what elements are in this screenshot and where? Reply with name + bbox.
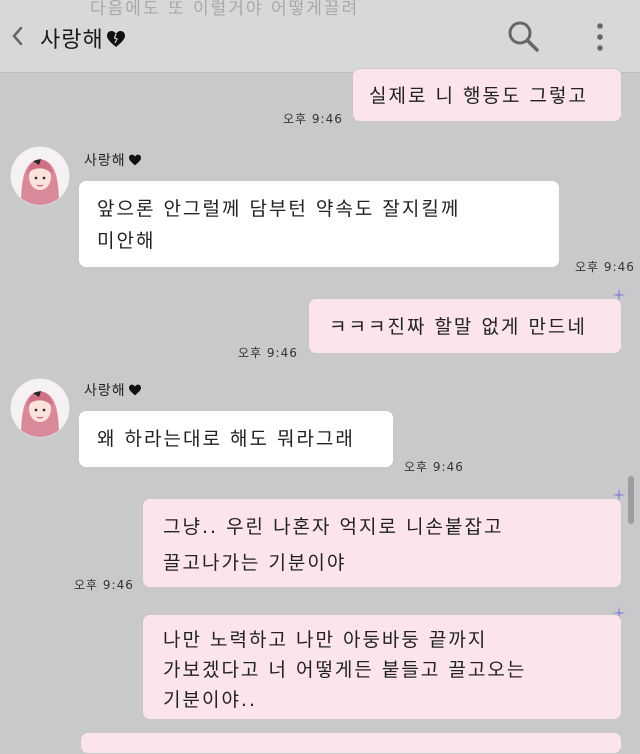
message-text: 실제로 니 행동도 그렇고 [369, 85, 588, 107]
message-text: 미안해 [97, 230, 156, 252]
my-message-bubble[interactable]: 나만 노력하고 나만 아둥바둥 끝까지 가보겠다고 너 어떻게든 붙들고 끌고오… [142, 614, 622, 720]
search-icon[interactable] [505, 18, 541, 54]
chat-title: 사랑해 [40, 22, 126, 54]
avatar[interactable] [10, 378, 70, 438]
chevron-left-icon[interactable] [8, 22, 28, 50]
black-heart-icon [106, 29, 126, 47]
message-text: 왜 하라는대로 해도 뭐라그래 [97, 428, 355, 450]
black-heart-icon [128, 384, 142, 396]
my-message-bubble[interactable]: 그냥.. 우린 나혼자 억지로 니손붙잡고 끌고나가는 기분이야 [142, 498, 622, 588]
scrollbar[interactable] [628, 476, 634, 524]
message-timestamp: 오후 9:46 [238, 346, 298, 360]
message-text: 나만 노력하고 나만 아둥바둥 끝까지 [163, 629, 488, 651]
sender-name: 사랑해 [84, 380, 142, 400]
message-text: 기분이야.. [163, 689, 257, 711]
sender-name-text: 사랑해 [84, 383, 126, 399]
next-message-bubble-peek [80, 732, 622, 754]
message-text: 앞으론 안그럴께 담부턴 약속도 잘지킬께 [97, 198, 461, 220]
my-message-bubble[interactable]: ㅋㅋㅋ진짜 할말 없게 만드네 [308, 298, 622, 354]
header-ghost-text: 다음에도 또 이럴거야 어떻게끌려 [90, 0, 360, 19]
black-heart-icon [128, 154, 142, 166]
message-timestamp: 오후 9:46 [283, 112, 343, 126]
their-message-bubble[interactable]: 왜 하라는대로 해도 뭐라그래 [78, 410, 394, 468]
message-timestamp: 오후 9:46 [74, 578, 134, 592]
more-vertical-icon[interactable] [592, 20, 608, 54]
message-text: ㅋㅋㅋ진짜 할말 없게 만드네 [329, 316, 587, 338]
avatar[interactable] [10, 146, 70, 206]
message-text: 그냥.. 우린 나혼자 억지로 니손붙잡고 [163, 516, 504, 538]
message-timestamp: 오후 9:46 [575, 260, 635, 274]
chat-title-text: 사랑해 [40, 28, 104, 53]
their-message-bubble[interactable]: 앞으론 안그럴께 담부턴 약속도 잘지킬께 미안해 [78, 180, 560, 268]
message-text: 끌고나가는 기분이야 [163, 552, 347, 574]
chat-header: 다음에도 또 이럴거야 어떻게끌려 사랑해 [0, 0, 640, 73]
sender-name-text: 사랑해 [84, 153, 126, 169]
sender-name: 사랑해 [84, 150, 142, 170]
message-timestamp: 오후 9:46 [404, 460, 464, 474]
my-message-bubble[interactable]: 실제로 니 행동도 그렇고 [352, 68, 622, 122]
message-text: 가보겠다고 너 어떻게든 붙들고 끌고오는 [163, 659, 527, 681]
